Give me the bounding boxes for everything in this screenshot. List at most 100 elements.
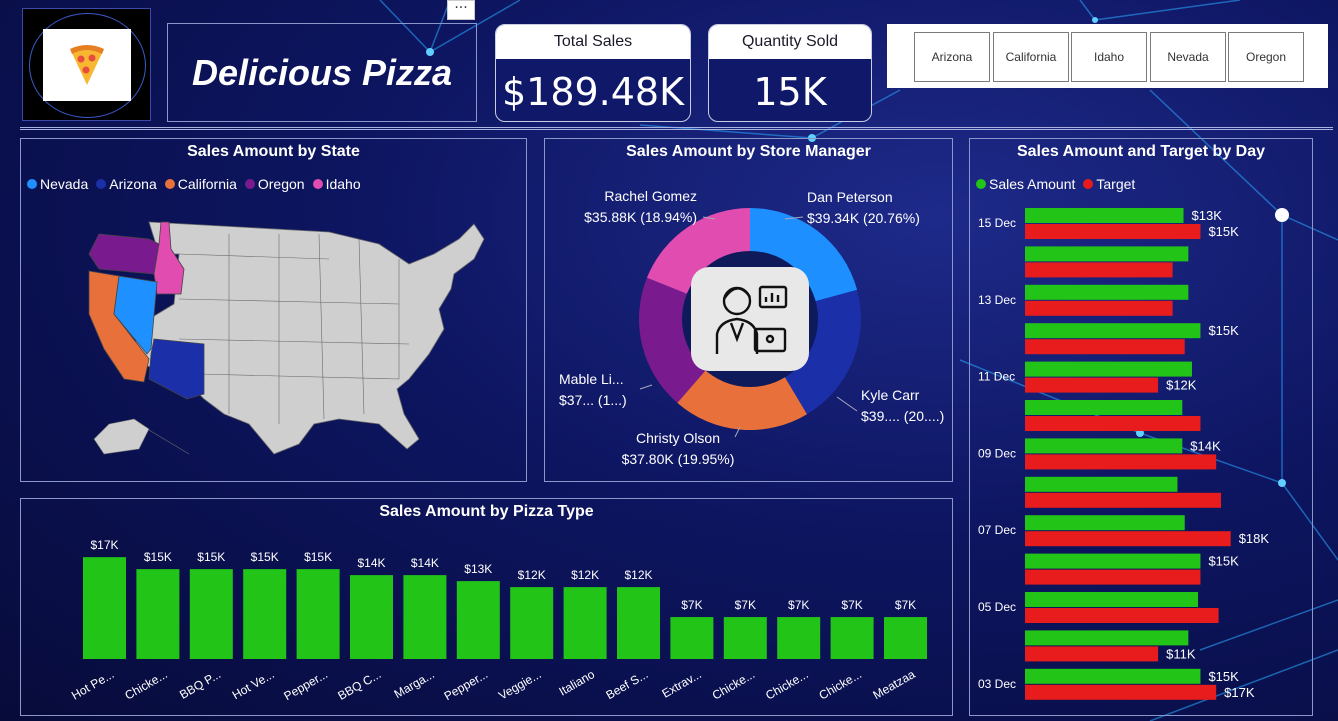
- day-tick-label: 03 Dec: [978, 677, 1016, 691]
- pizza-category-label: Marga...: [392, 667, 437, 701]
- sales-amount-bar[interactable]: [1025, 668, 1201, 684]
- sales-amount-bar[interactable]: [1025, 476, 1178, 492]
- target-label: $17K: [1224, 685, 1255, 700]
- day-tick-label: 11 Dec: [978, 370, 1015, 384]
- donut-slice-value: $39.34K (20.76%): [807, 210, 920, 226]
- pizza-type-bar-chart[interactable]: $17K Hot Pe... $15K Chicke... $15K BBQ P... $1…: [21, 499, 954, 717]
- pizza-category-label: Chicke...: [122, 667, 169, 702]
- legend-item-nevada: Nevada: [27, 176, 88, 192]
- pizza-bar[interactable]: [670, 617, 714, 659]
- pizza-bar[interactable]: [350, 575, 393, 659]
- pizza-bar[interactable]: [136, 569, 180, 659]
- donut-slice-name: Dan Peterson: [807, 189, 893, 205]
- sales-amount-bar[interactable]: [1025, 323, 1201, 339]
- pizza-bar[interactable]: [510, 587, 554, 659]
- pizza-bar[interactable]: [723, 617, 767, 659]
- donut-leader-line: [836, 396, 858, 412]
- target-bar[interactable]: [1025, 492, 1222, 508]
- more-options-button[interactable]: ···: [447, 0, 475, 20]
- pizza-bar[interactable]: [563, 587, 607, 659]
- legend-dot: [96, 179, 107, 189]
- map-panel-title: Sales Amount by State: [187, 143, 360, 160]
- legend-label: Idaho: [325, 176, 361, 192]
- pizza-bar[interactable]: [296, 569, 340, 659]
- state-oregon[interactable]: [88, 233, 160, 275]
- target-bar[interactable]: [1025, 224, 1201, 239]
- day-tick-label: 13 Dec: [978, 293, 1016, 307]
- pizza-category-label: Hot Pe...: [69, 667, 116, 702]
- target-label: $12K: [1166, 378, 1197, 393]
- pizza-bar[interactable]: [777, 617, 821, 659]
- slicer-arizona[interactable]: Arizona: [914, 32, 990, 82]
- target-label: $15K: [1208, 224, 1239, 239]
- pizza-category-label: Chicke...: [763, 667, 810, 702]
- legend-label: Oregon: [257, 176, 305, 192]
- day-tick-label: 05 Dec: [978, 600, 1016, 614]
- sales-amount-bar[interactable]: [1025, 438, 1183, 454]
- day-sales-target-panel: Sales Amount and Target by Day Sales Amo…: [969, 138, 1313, 716]
- pizza-bar[interactable]: [617, 587, 660, 659]
- page-title: Delicious Pizza: [191, 51, 453, 93]
- pizza-bar-value-label: $7K: [788, 598, 809, 612]
- target-bar[interactable]: [1025, 339, 1185, 355]
- title-card: Delicious Pizza: [167, 23, 477, 122]
- legend-item-arizona: Arizona: [96, 176, 157, 192]
- pizza-bar[interactable]: [83, 557, 126, 659]
- pizza-bar-value-label: $14K: [411, 556, 439, 570]
- pizza-bar[interactable]: [243, 569, 287, 659]
- pizza-category-label: Pepper...: [281, 667, 330, 703]
- sales-amount-bar[interactable]: [1025, 400, 1183, 415]
- quantity-sold-value: 15K: [753, 70, 827, 114]
- target-bar[interactable]: [1025, 569, 1201, 585]
- target-bar[interactable]: [1025, 377, 1159, 393]
- state-alaska[interactable]: [93, 418, 150, 455]
- legend-dot: [164, 179, 175, 189]
- donut-slice-name: Christy Olson: [636, 430, 720, 446]
- sales-amount-bar[interactable]: [1025, 361, 1192, 377]
- target-bar[interactable]: [1025, 300, 1173, 316]
- pizza-bar-value-label: $15K: [197, 550, 225, 564]
- sales-amount-bar[interactable]: [1025, 592, 1199, 607]
- slicer-nevada[interactable]: Nevada: [1150, 32, 1226, 82]
- pizza-bar-value-label: $12K: [624, 568, 652, 582]
- sales-amount-bar[interactable]: [1025, 246, 1189, 262]
- target-bar[interactable]: [1025, 416, 1201, 431]
- target-bar[interactable]: [1025, 454, 1217, 470]
- target-bar[interactable]: [1025, 684, 1217, 700]
- pizza-bar[interactable]: [830, 617, 874, 659]
- slicer-oregon[interactable]: Oregon: [1228, 32, 1304, 82]
- slicer-california[interactable]: California: [993, 32, 1069, 82]
- pizza-bar[interactable]: [884, 617, 927, 659]
- target-label: $18K: [1239, 531, 1270, 546]
- map-panel: Sales Amount by State Nevada Arizona Cal…: [20, 138, 527, 482]
- state-arizona[interactable]: [148, 338, 205, 400]
- target-bar[interactable]: [1025, 531, 1231, 547]
- pizza-bar-value-label: $7K: [735, 598, 756, 612]
- sales-amount-bar[interactable]: [1025, 284, 1189, 300]
- day-bar-chart[interactable]: $13K$15K15 Dec13 Dec$15K$12K11 Dec$14K09…: [970, 139, 1314, 717]
- target-bar[interactable]: [1025, 262, 1173, 278]
- pizza-bar[interactable]: [189, 569, 233, 659]
- pizza-bar-value-label: $7K: [681, 598, 702, 612]
- legend-label: Nevada: [40, 176, 89, 192]
- pizza-bar[interactable]: [456, 581, 500, 659]
- pizza-bar-value-label: $12K: [571, 568, 599, 582]
- sales-amount-label: $15K: [1208, 669, 1239, 684]
- sales-amount-bar[interactable]: [1025, 515, 1185, 531]
- pizza-bar[interactable]: [403, 575, 447, 659]
- total-sales-label: Total Sales: [496, 25, 690, 59]
- quantity-sold-label: Quantity Sold: [709, 25, 871, 59]
- target-bar[interactable]: [1025, 646, 1159, 662]
- total-sales-card: Total Sales $189.48K: [495, 24, 691, 122]
- legend-dot: [244, 179, 255, 189]
- pizza-category-label: Italiano: [556, 667, 597, 699]
- target-bar[interactable]: [1025, 608, 1219, 623]
- sales-amount-bar[interactable]: [1025, 208, 1184, 223]
- us-map[interactable]: [79, 214, 489, 459]
- pizza-bar-value-label: $15K: [144, 550, 172, 564]
- sales-amount-bar[interactable]: [1025, 553, 1201, 569]
- store-manager-donut-chart[interactable]: Dan Peterson $39.34K (20.76%) Kyle Carr $39…: [545, 139, 954, 483]
- slicer-idaho[interactable]: Idaho: [1071, 32, 1147, 82]
- sales-amount-bar[interactable]: [1025, 630, 1189, 646]
- donut-slice-name: Mable Li...: [559, 371, 624, 387]
